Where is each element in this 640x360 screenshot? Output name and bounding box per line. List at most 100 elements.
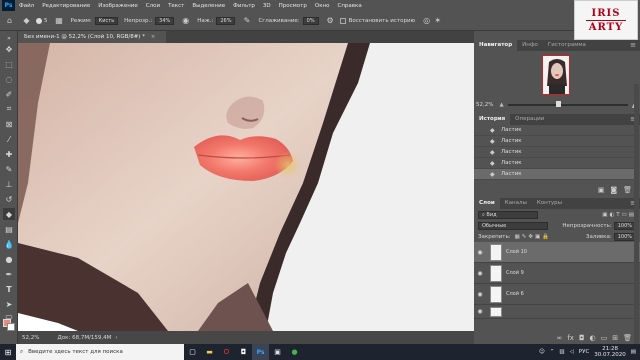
layer-style-fx-icon[interactable]: fx <box>567 334 574 344</box>
history-item[interactable]: ◆ Ластик <box>474 125 634 136</box>
document-canvas[interactable] <box>18 43 474 331</box>
layer-row[interactable]: ◉ Слой 6 <box>474 284 640 305</box>
tab-layers[interactable]: Слои <box>474 198 500 209</box>
navigator-zoom-value[interactable]: 52,2% <box>476 102 493 108</box>
delete-state-trash-icon[interactable]: 🗑 <box>623 186 632 196</box>
document-tab[interactable]: Без имени-1 @ 52,2% (Слой 10, RGB/8#) * … <box>18 31 166 43</box>
history-item[interactable]: ◆ Ластик <box>474 147 634 158</box>
menu-help[interactable]: Справка <box>333 3 365 9</box>
store-icon[interactable]: ◘ <box>235 344 252 360</box>
tab-actions[interactable]: Операции <box>510 114 549 125</box>
new-layer-icon[interactable]: ⊞ <box>612 334 618 344</box>
new-document-from-state-icon[interactable]: ▣ <box>598 186 605 196</box>
tray-chevron-icon[interactable]: ⌃ <box>550 349 555 355</box>
layer-name[interactable]: Слой 10 <box>506 249 527 255</box>
tray-network-icon[interactable]: ▥ <box>559 349 564 355</box>
blur-tool-icon[interactable]: 💧 <box>3 238 15 250</box>
crop-tool-icon[interactable]: ⌗ <box>3 103 15 115</box>
marquee-tool-icon[interactable]: ⬚ <box>3 58 15 70</box>
mode-select[interactable]: Кисть <box>94 16 119 25</box>
layer-row-partial[interactable]: ◉ <box>474 305 640 319</box>
layer-row[interactable]: ◉ Слой 10 <box>474 242 640 263</box>
path-select-tool-icon[interactable]: ➤ <box>3 298 15 310</box>
home-icon[interactable]: ⌂ <box>4 15 15 26</box>
layer-opacity-input[interactable]: 100% <box>613 221 636 230</box>
delete-layer-trash-icon[interactable]: 🗑 <box>623 334 632 344</box>
type-tool-icon[interactable]: T <box>3 283 15 295</box>
eyedropper-tool-icon[interactable]: ⁄ <box>3 133 15 145</box>
layer-filter-select[interactable]: ⌕ Вид <box>478 210 538 219</box>
notifications-icon[interactable]: ▤ <box>631 349 636 355</box>
visibility-eye-icon[interactable]: ◉ <box>474 291 486 298</box>
photoshop-taskbar-icon[interactable]: Ps <box>252 344 269 360</box>
visibility-eye-icon[interactable]: ◉ <box>474 270 486 277</box>
status-arrow-icon[interactable]: › <box>115 335 117 341</box>
menu-edit[interactable]: Редактирование <box>38 3 94 9</box>
snapshot-camera-icon[interactable]: ◙ <box>610 186 617 196</box>
frame-tool-icon[interactable]: ⊠ <box>3 118 15 130</box>
menu-file[interactable]: Файл <box>15 3 38 9</box>
history-brush-tool-icon[interactable]: ↺ <box>3 193 15 205</box>
restore-history-checkbox[interactable] <box>339 17 346 24</box>
background-color-swatch[interactable] <box>7 323 15 331</box>
blend-mode-select[interactable]: Обычные <box>478 221 548 230</box>
layer-name[interactable]: Слой 6 <box>506 291 524 297</box>
pressure-size-icon[interactable]: ◎ <box>421 15 432 26</box>
tab-navigator[interactable]: Навигатор <box>474 40 518 51</box>
opera-browser-icon[interactable]: O <box>218 344 235 360</box>
file-explorer-icon[interactable]: ▬ <box>201 344 218 360</box>
menu-select[interactable]: Выделение <box>188 3 229 9</box>
navigator-thumbnail[interactable] <box>542 55 570 95</box>
tab-history[interactable]: История <box>474 114 511 125</box>
zoom-out-icon[interactable]: ▲ <box>499 102 503 108</box>
tab-info[interactable]: Инфо <box>517 40 543 51</box>
pressure-input[interactable]: 26% <box>216 16 236 25</box>
tray-volume-icon[interactable]: ◁ <box>570 349 574 355</box>
visibility-eye-icon[interactable]: ◉ <box>474 308 486 315</box>
clone-stamp-tool-icon[interactable]: ⊥ <box>3 178 15 190</box>
airbrush-icon[interactable]: ✎ <box>241 15 252 26</box>
smoothing-settings-gear-icon[interactable]: ⚙ <box>325 15 336 26</box>
pen-tool-icon[interactable]: ✒ <box>3 268 15 280</box>
new-group-folder-icon[interactable]: ▭ <box>601 334 608 344</box>
tray-language[interactable]: РУС <box>579 349 590 355</box>
restore-history-control[interactable]: Восстановить историю <box>339 17 415 24</box>
gradient-tool-icon[interactable]: ▤ <box>3 223 15 235</box>
app-icon-2[interactable]: ● <box>286 344 303 360</box>
close-tab-icon[interactable]: × <box>151 34 156 40</box>
menu-layers[interactable]: Слои <box>142 3 164 9</box>
tab-paths[interactable]: Контуры <box>532 198 567 209</box>
app-icon-1[interactable]: ▣ <box>269 344 286 360</box>
menu-3d[interactable]: 3D <box>259 3 275 9</box>
navigator-menu-icon[interactable]: ≡ <box>630 40 640 51</box>
adjustment-layer-icon[interactable]: ◐ <box>590 334 596 344</box>
brush-size-picker[interactable]: 5 <box>36 17 48 24</box>
tray-people-icon[interactable]: ☺ <box>539 349 545 355</box>
add-mask-icon[interactable]: ◘ <box>579 334 585 344</box>
layer-name[interactable]: Слой 9 <box>506 270 524 276</box>
tab-channels[interactable]: Каналы <box>500 198 532 209</box>
menu-text[interactable]: Текст <box>164 3 188 9</box>
lock-icons[interactable]: ▦✎✥▣🔒 <box>515 234 551 240</box>
fill-input[interactable]: 100% <box>613 232 636 241</box>
healing-brush-tool-icon[interactable]: ✚ <box>3 148 15 160</box>
tray-clock[interactable]: 21:28 30.07.2020 <box>594 346 626 358</box>
menu-filter[interactable]: Фильтр <box>229 3 259 9</box>
dodge-tool-icon[interactable]: ● <box>3 253 15 265</box>
visibility-eye-icon[interactable]: ◉ <box>474 249 486 256</box>
eraser-tool-preset-icon[interactable]: ◆ <box>21 15 32 26</box>
eraser-tool-icon[interactable]: ◆ <box>3 208 15 220</box>
opacity-input[interactable]: 34% <box>155 16 175 25</box>
layer-row[interactable]: ◉ Слой 9 <box>474 263 640 284</box>
menu-image[interactable]: Изображение <box>94 3 142 9</box>
link-layers-icon[interactable]: ∞ <box>557 334 563 344</box>
zoom-slider[interactable] <box>507 101 628 107</box>
menu-view[interactable]: Просмотр <box>275 3 311 9</box>
panel-scrollbar[interactable] <box>634 84 639 344</box>
history-item[interactable]: ◆ Ластик <box>474 136 634 147</box>
symmetry-icon[interactable]: ✶ <box>432 15 443 26</box>
quick-select-tool-icon[interactable]: ✐ <box>3 88 15 100</box>
history-item-selected[interactable]: ◆ Ластик <box>474 169 634 180</box>
lasso-tool-icon[interactable]: ◌ <box>3 73 15 85</box>
windows-start-icon[interactable]: ⊞ <box>0 344 16 360</box>
